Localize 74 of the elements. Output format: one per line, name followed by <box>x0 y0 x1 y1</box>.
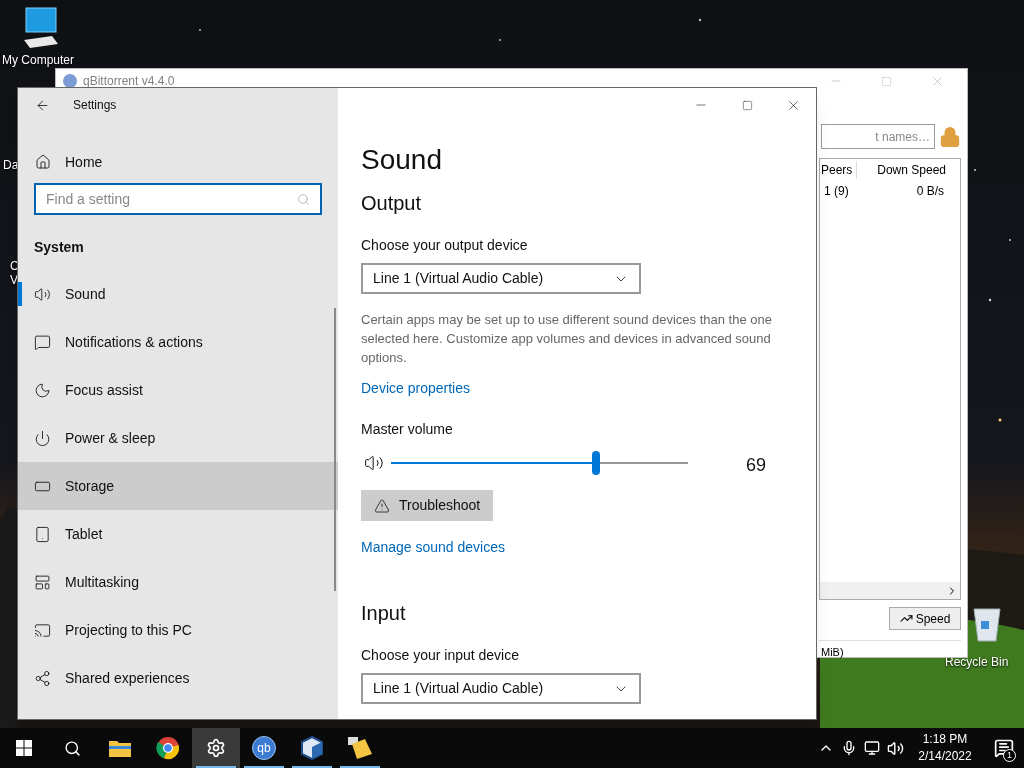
field-label: Choose your output device <box>361 236 528 255</box>
nav-item[interactable]: Multitasking <box>18 558 338 606</box>
power-icon <box>34 429 51 447</box>
tablet-icon <box>34 525 51 543</box>
notification-icon <box>994 738 1014 758</box>
device-dropdown[interactable]: Line 1 (Virtual Audio Cable) <box>361 263 641 294</box>
app-logo-icon: qb <box>252 736 276 760</box>
nav-item[interactable]: Projecting to this PC <box>18 606 338 654</box>
gear-icon <box>206 738 226 758</box>
back-icon[interactable] <box>35 97 50 113</box>
nav-item[interactable]: Storage <box>18 462 338 510</box>
window-title: Settings <box>73 97 117 114</box>
clock[interactable]: 1:18 PM 2/14/2022 <box>906 728 984 768</box>
troubleshoot-button[interactable]: Troubleshoot <box>361 490 494 521</box>
window-title: qBittorrent v4.4.0 <box>83 74 175 88</box>
cube-icon <box>301 736 323 760</box>
chart-icon <box>899 612 913 625</box>
table-cell-text: 0 B/s <box>916 183 944 200</box>
nav-item[interactable]: Tablet <box>18 510 338 558</box>
description-text: Certain apps may be set up to use different sound devices than the one selected here. Customize app volumes and devices in advanced sound options. <box>361 311 773 367</box>
taskbar-app[interactable]: qb <box>240 728 288 768</box>
section-heading: Output <box>361 191 422 216</box>
section-heading: Input <box>361 601 406 626</box>
nav-item[interactable]: Power & sleep <box>18 414 338 462</box>
maximize-icon <box>881 75 892 87</box>
windows-logo-icon <box>16 740 32 756</box>
warning-icon <box>374 497 390 514</box>
status-text: MiB) <box>821 645 844 661</box>
share-icon <box>34 669 51 687</box>
section-heading: System <box>34 238 85 257</box>
manage-devices-link[interactable]: Manage sound devices <box>361 537 505 558</box>
search-icon <box>63 739 81 757</box>
table-cell-text: 1 (9) <box>824 183 849 200</box>
horizontal-scrollbar[interactable] <box>820 582 960 599</box>
page-title: Sound <box>361 143 442 177</box>
column-header[interactable]: Down Speed <box>877 161 946 179</box>
slider-thumb[interactable] <box>591 451 600 475</box>
note-icon <box>347 736 373 760</box>
speaker-icon[interactable] <box>887 739 904 757</box>
nav-item[interactable]: Sound <box>18 270 338 318</box>
volume-value: 69 <box>746 453 767 477</box>
nav-item[interactable]: Shared experiences <box>18 654 338 702</box>
desktop-icon-label: My Computer <box>2 52 75 69</box>
microphone-icon[interactable] <box>841 740 857 756</box>
chrome-icon <box>156 736 180 760</box>
maximize-icon <box>741 99 753 111</box>
volume-slider[interactable] <box>391 451 688 475</box>
field-label: Choose your input device <box>361 646 519 665</box>
home-item[interactable]: Home <box>18 147 338 177</box>
app-logo-icon <box>63 74 77 88</box>
desktop-icon-label: Da <box>3 157 19 174</box>
device-dropdown[interactable]: Line 1 (Virtual Audio Cable) <box>361 673 641 704</box>
taskbar-app[interactable] <box>192 728 240 768</box>
cast-icon <box>34 621 51 639</box>
device-properties-link[interactable]: Device properties <box>361 378 470 399</box>
speaker-icon[interactable] <box>364 453 384 473</box>
speaker-icon <box>34 285 51 303</box>
moon-icon <box>34 381 51 399</box>
search-icon <box>297 192 310 206</box>
column-header[interactable]: Peers <box>821 161 858 179</box>
field-label: Master volume <box>361 420 453 439</box>
speed-button[interactable]: Speed <box>889 607 961 630</box>
filter-field[interactable]: t names… <box>821 124 935 149</box>
nav-item[interactable]: Notifications & actions <box>18 318 338 366</box>
speech-bubble-icon <box>34 333 51 351</box>
desktop-icon-label: V <box>10 272 18 289</box>
folder-icon <box>108 738 132 758</box>
home-icon <box>35 154 51 170</box>
scrollbar[interactable] <box>334 308 336 591</box>
desktop-icon-label: Recycle Bin <box>945 654 1009 671</box>
layout-icon <box>34 573 51 591</box>
search-field[interactable]: Find a setting <box>34 183 322 215</box>
notification-button[interactable]: 1 <box>984 728 1024 768</box>
nav-item[interactable]: Focus assist <box>18 366 338 414</box>
